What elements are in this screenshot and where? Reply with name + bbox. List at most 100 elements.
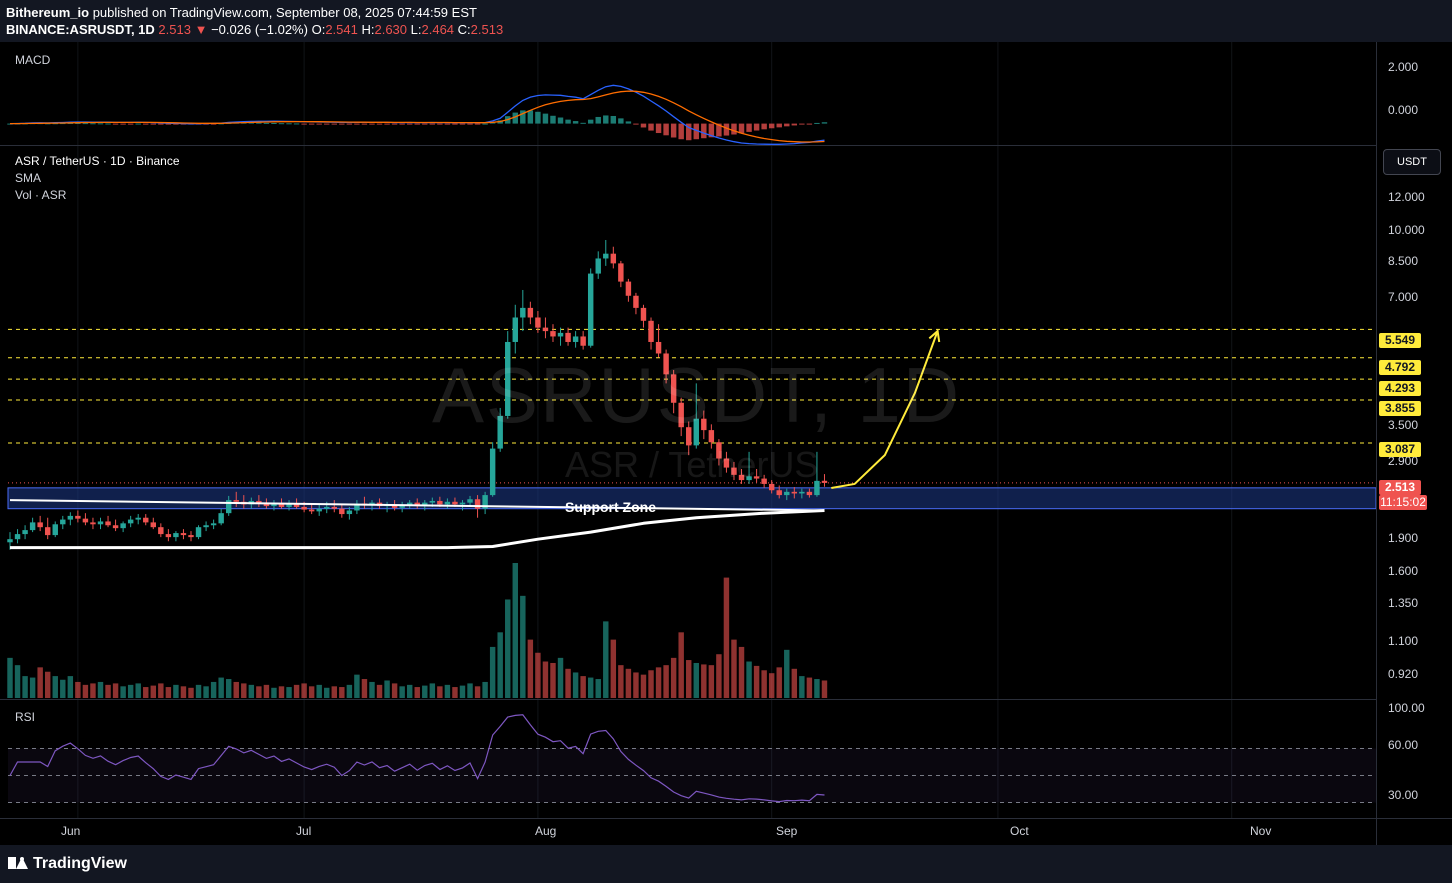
macd-histogram-bar <box>648 123 654 131</box>
author-name[interactable]: Bithereum_io <box>6 5 89 20</box>
tradingview-logo[interactable]: TradingView <box>8 855 127 873</box>
macd-histogram-bar <box>414 123 420 125</box>
price-axis-separator <box>1376 42 1377 845</box>
macd-histogram-bar <box>723 123 730 136</box>
x-label-jul: Jul <box>296 824 312 838</box>
macd-histogram-bar <box>263 122 270 124</box>
candle-body <box>806 491 813 496</box>
candle-body <box>542 327 549 332</box>
macd-histogram-bar <box>376 123 383 125</box>
currency-button[interactable]: USDT <box>1383 149 1441 175</box>
symbol-watermark: ASRUSDT, 1D <box>432 351 962 439</box>
candle-body <box>60 519 66 525</box>
price-rsi-separator <box>0 699 1376 700</box>
price-tick: 12.000 <box>1388 190 1425 204</box>
volume-bar <box>535 652 541 698</box>
chart-header: Bithereum_io published on TradingView.co… <box>0 0 1452 42</box>
candle-body <box>143 517 149 523</box>
high-value: 2.630 <box>374 22 408 37</box>
macd-histogram-bar <box>535 111 541 124</box>
candle-body <box>474 499 481 509</box>
macd-histogram-bar <box>143 123 149 125</box>
price-tick: 7.000 <box>1388 290 1419 304</box>
macd-histogram-bar <box>474 123 481 125</box>
price-tick: 3.500 <box>1388 418 1419 432</box>
macd-histogram-bar <box>308 123 315 125</box>
volume-bar <box>776 667 782 698</box>
macd-tick-2: 2.000 <box>1388 60 1419 74</box>
rsi-tick-60: 60.00 <box>1388 738 1419 752</box>
volume-bar <box>263 684 270 698</box>
macd-histogram-bar <box>731 123 737 135</box>
volume-bar <box>746 661 752 698</box>
volume-bar <box>339 687 345 698</box>
macd-histogram-bar <box>90 123 96 125</box>
candle-body <box>203 525 209 528</box>
volume-bar <box>399 686 405 698</box>
candle-body <box>112 525 119 529</box>
volume-bar <box>542 661 549 698</box>
macd-histogram-bar <box>293 123 300 125</box>
candle-body <box>180 533 187 536</box>
candle-body <box>286 504 292 507</box>
candle-body <box>784 491 790 496</box>
candle-body <box>821 480 828 483</box>
candle-body <box>633 295 639 308</box>
volume-bar <box>527 639 534 698</box>
volume-bar <box>414 687 420 698</box>
rsi-tick-30: 30.00 <box>1388 788 1419 802</box>
volume-bar <box>127 684 134 698</box>
macd-histogram-bar <box>112 123 119 125</box>
candle-body <box>316 508 322 512</box>
macd-histogram-bar <box>384 123 390 125</box>
price-tick: 1.100 <box>1388 634 1419 648</box>
volume-bar <box>165 687 172 698</box>
candle-body <box>595 258 601 274</box>
candle-body <box>97 521 104 525</box>
candle-body <box>127 519 134 524</box>
macd-histogram-bar <box>701 123 707 139</box>
candle-body <box>14 534 21 540</box>
open-value: 2.541 <box>325 22 358 37</box>
macd-histogram-bar <box>761 123 767 130</box>
volume-bar <box>512 563 518 698</box>
macd-histogram-bar <box>663 123 669 136</box>
volume-bar <box>346 684 353 698</box>
volume-bar <box>618 665 624 698</box>
candle-body <box>618 263 624 282</box>
macd-histogram-bar <box>572 121 579 124</box>
volume-bar <box>331 686 337 698</box>
close-label: C: <box>457 22 471 37</box>
macd-histogram-bar <box>587 119 594 124</box>
macd-histogram-bar <box>678 123 684 140</box>
support-zone-label: Support Zone <box>565 499 656 515</box>
x-label-sep: Sep <box>776 824 798 838</box>
level-badge-4792: 4.792 <box>1379 360 1421 375</box>
volume-bar <box>324 687 330 698</box>
candle-body <box>44 527 51 536</box>
candle-body <box>150 522 157 528</box>
macd-histogram-bar <box>580 122 586 124</box>
macd-histogram-bar <box>278 123 285 125</box>
volume-bar <box>497 632 503 698</box>
volume-bar <box>248 684 255 698</box>
volume-bar <box>120 686 126 698</box>
price-change: −0.026 (−1.02%) <box>211 22 308 37</box>
macd-histogram-bar <box>437 123 443 125</box>
price-tick: 8.500 <box>1388 254 1419 268</box>
macd-histogram-bar <box>799 123 805 125</box>
symbol-info[interactable]: BINANCE:ASRUSDT, 1D <box>6 22 155 37</box>
macd-histogram-bar <box>452 123 458 125</box>
volume-bar <box>301 683 307 698</box>
candle-body <box>610 253 617 264</box>
macd-histogram-bar <box>346 123 353 125</box>
x-label-oct: Oct <box>1010 824 1029 838</box>
macd-histogram-bar <box>806 123 813 125</box>
macd-histogram-bar <box>391 123 398 125</box>
macd-histogram-bar <box>784 123 790 127</box>
volume-bar <box>90 683 96 698</box>
candle-body <box>37 522 43 528</box>
volume-bar <box>7 657 13 698</box>
volume-bar <box>520 595 526 698</box>
macd-histogram-bar <box>565 119 571 124</box>
